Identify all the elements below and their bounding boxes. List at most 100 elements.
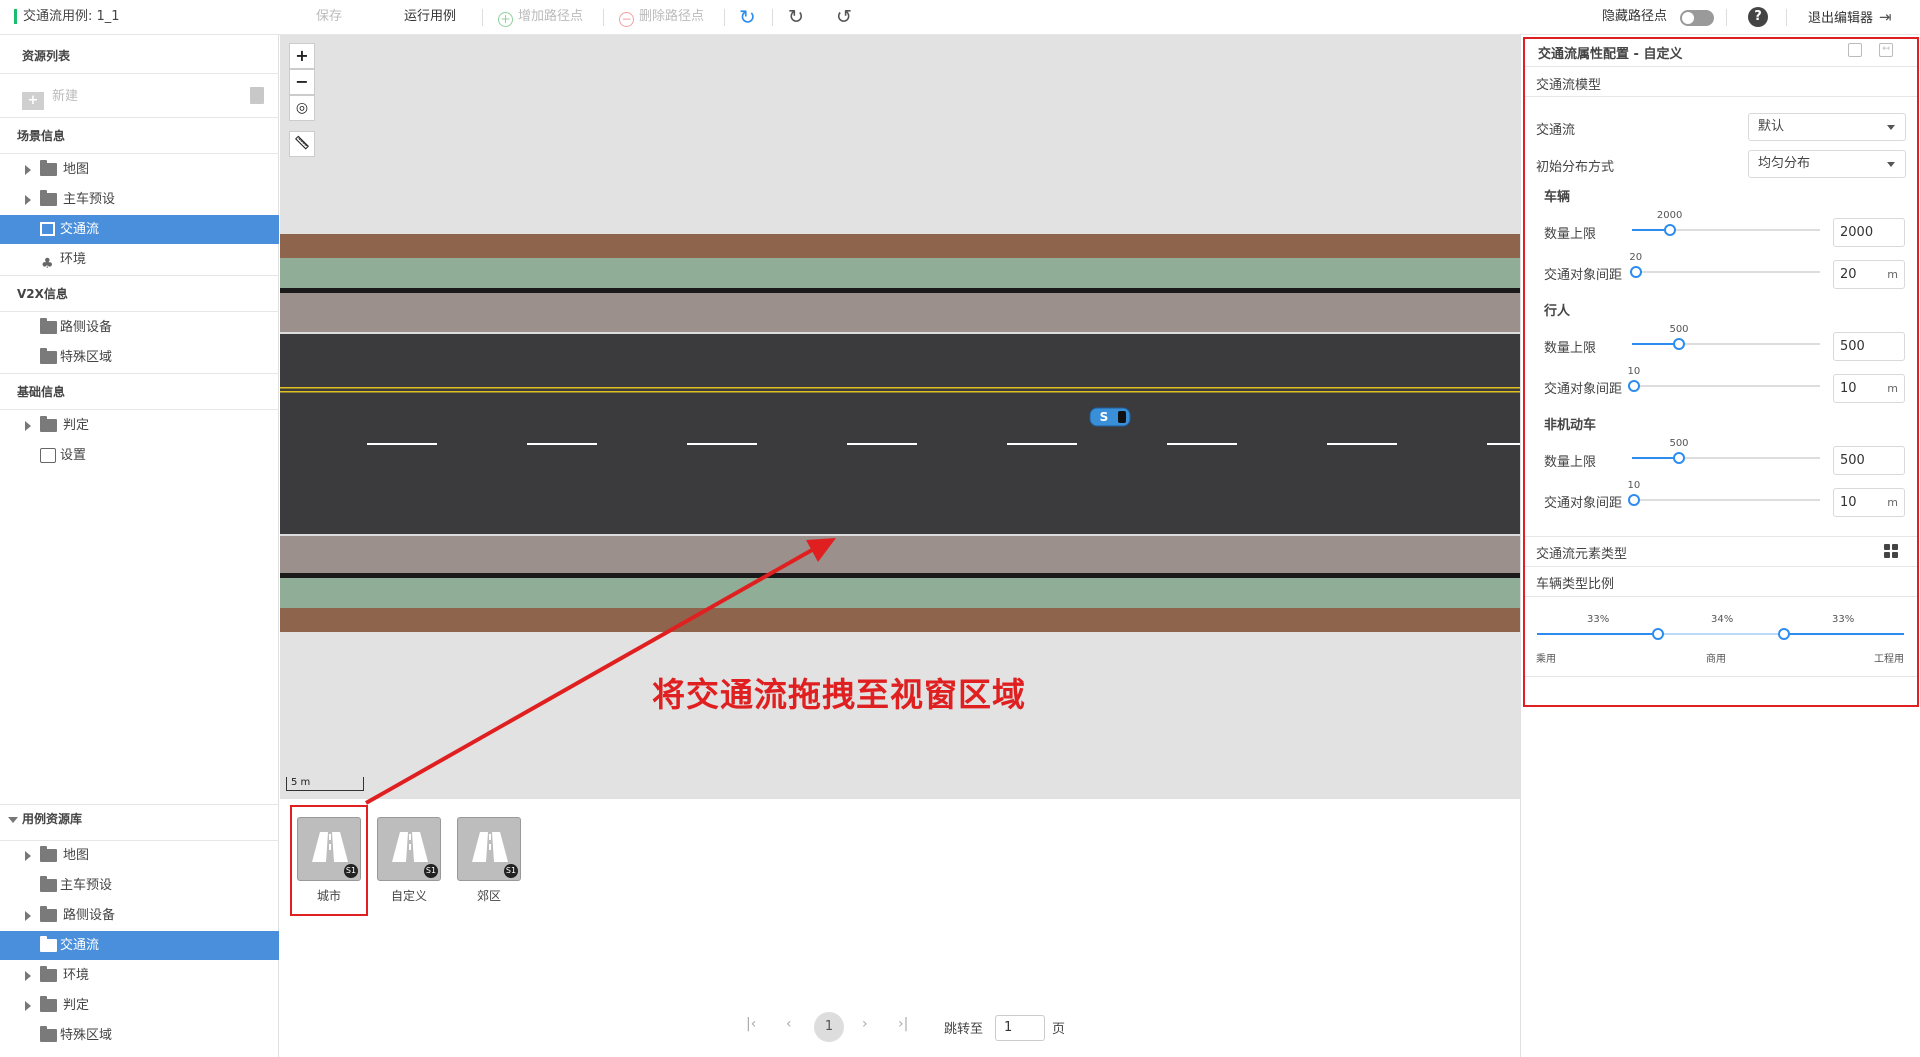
jump-page-input[interactable]: 1 bbox=[995, 1015, 1045, 1041]
delete-waypoint-label: 删除路径点 bbox=[639, 9, 705, 24]
new-button[interactable]: + 新建 bbox=[22, 85, 142, 110]
sidebar-item-map[interactable]: 地图 bbox=[0, 155, 279, 184]
add-file-icon: + bbox=[22, 92, 44, 110]
sidebar-item-roadside-device[interactable]: 路侧设备 bbox=[0, 313, 279, 342]
caret-right-icon bbox=[25, 971, 31, 981]
folder-icon bbox=[40, 846, 57, 862]
library-item-label: 地图 bbox=[63, 848, 90, 863]
sidebar-item-traffic-flow[interactable]: 交通流 bbox=[0, 215, 279, 244]
library-item-environment[interactable]: 环境 bbox=[0, 961, 279, 990]
library-item-ego-preset[interactable]: 主车预设 bbox=[0, 871, 279, 900]
library-item-map[interactable]: 地图 bbox=[0, 841, 279, 870]
ego-label: S bbox=[1099, 410, 1109, 424]
top-toolbar: 交通流用例: 1_1 保存 运行用例 + 增加路径点 − 删除路径点 ↻ ↻ ↺ 隐… bbox=[0, 0, 1920, 35]
hide-waypoint-toggle[interactable] bbox=[1680, 10, 1714, 26]
jump-label: 跳转至 bbox=[944, 1022, 984, 1037]
sidebar-item-label: 判定 bbox=[63, 418, 90, 433]
add-waypoint-button[interactable]: + 增加路径点 bbox=[498, 0, 583, 34]
resource-list-title: 资源列表 bbox=[22, 49, 71, 63]
library-card-suburb[interactable]: S1 bbox=[457, 817, 521, 881]
last-page-icon[interactable]: ›| bbox=[898, 1016, 908, 1032]
page-unit-label: 页 bbox=[1052, 1022, 1066, 1037]
library-item-label: 交通流 bbox=[60, 938, 100, 953]
folder-icon bbox=[40, 348, 57, 364]
annotation-text: 将交通流拖拽至视窗区域 bbox=[652, 675, 1026, 714]
library-item-traffic-flow[interactable]: 交通流 bbox=[0, 931, 279, 960]
annotation-box-panel bbox=[1523, 37, 1919, 707]
library-item-roadside-device[interactable]: 路侧设备 bbox=[0, 901, 279, 930]
sidebar-item-special-area[interactable]: 特殊区域 bbox=[0, 343, 279, 372]
zoom-out-button[interactable]: − bbox=[289, 69, 315, 95]
exit-icon: ⇥ bbox=[1879, 8, 1892, 26]
traffic-flow-icon bbox=[40, 222, 55, 236]
help-icon[interactable]: ? bbox=[1748, 7, 1768, 27]
folder-icon bbox=[40, 1026, 57, 1042]
trash-icon[interactable] bbox=[250, 87, 264, 104]
sidebar-item-environment[interactable]: ♣ 环境 bbox=[0, 245, 279, 274]
undo-icon[interactable]: ↺ bbox=[836, 0, 852, 34]
library-item-label: 判定 bbox=[63, 998, 90, 1013]
settings-icon bbox=[40, 448, 56, 463]
first-page-icon[interactable]: |‹ bbox=[746, 1016, 756, 1032]
hide-waypoint-label: 隐藏路径点 bbox=[1602, 9, 1668, 24]
v2x-info-title: V2X信息 bbox=[17, 287, 68, 301]
ruler-icon: 📏︎ bbox=[293, 136, 311, 151]
caret-down-icon bbox=[8, 817, 18, 823]
card-badge: S1 bbox=[424, 864, 438, 878]
caret-right-icon bbox=[25, 165, 31, 175]
delete-waypoint-button[interactable]: − 删除路径点 bbox=[619, 0, 704, 34]
scale-bar: 5 m bbox=[286, 777, 364, 791]
library-card-label: 自定义 bbox=[390, 889, 427, 903]
library-card-custom[interactable]: S1 bbox=[377, 817, 441, 881]
folder-icon bbox=[40, 936, 57, 952]
library-item-special-area[interactable]: 特殊区域 bbox=[0, 1021, 279, 1050]
sidebar-item-ego-preset[interactable]: 主车预设 bbox=[0, 185, 279, 214]
sidebar-item-label: 设置 bbox=[60, 448, 87, 463]
minus-circle-icon: − bbox=[619, 12, 634, 27]
scene-info-title: 场景信息 bbox=[17, 129, 66, 143]
case-library-header[interactable]: 用例资源库 bbox=[0, 805, 279, 834]
sidebar-item-label: 交通流 bbox=[60, 222, 100, 237]
folder-icon bbox=[40, 160, 57, 176]
sidebar-item-settings[interactable]: 设置 bbox=[0, 441, 279, 470]
save-button[interactable]: 保存 bbox=[316, 0, 342, 34]
exit-editor-button[interactable]: 退出编辑器 ⇥ bbox=[1808, 0, 1892, 34]
folder-icon bbox=[40, 876, 57, 892]
folder-icon bbox=[40, 190, 57, 206]
folder-icon bbox=[40, 416, 57, 432]
redo-icon[interactable]: ↻ bbox=[788, 0, 804, 34]
folder-icon bbox=[40, 996, 57, 1012]
new-label: 新建 bbox=[52, 89, 79, 104]
ruler-button[interactable]: 📏︎ bbox=[289, 131, 315, 157]
prev-page-icon[interactable]: ‹ bbox=[786, 1016, 792, 1032]
case-title: 交通流用例: 1_1 bbox=[14, 9, 120, 24]
case-library-title: 用例资源库 bbox=[22, 812, 83, 826]
sidebar-item-judgement[interactable]: 判定 bbox=[0, 411, 279, 440]
zoom-in-button[interactable]: + bbox=[289, 43, 315, 69]
folder-icon bbox=[40, 318, 57, 334]
basic-info-title: 基础信息 bbox=[17, 385, 66, 399]
next-page-icon[interactable]: › bbox=[862, 1016, 868, 1032]
editor-app: 交通流用例: 1_1 保存 运行用例 + 增加路径点 − 删除路径点 ↻ ↻ ↺ 隐… bbox=[0, 0, 1920, 1057]
library-card-label: 郊区 bbox=[476, 889, 501, 903]
target-icon: ◎ bbox=[295, 100, 309, 116]
sidebar-item-label: 环境 bbox=[60, 252, 87, 267]
library-item-label: 特殊区域 bbox=[60, 1028, 113, 1043]
folder-icon bbox=[40, 906, 57, 922]
sidebar-item-label: 路侧设备 bbox=[60, 320, 113, 335]
library-item-judgement[interactable]: 判定 bbox=[0, 991, 279, 1020]
exit-editor-label: 退出编辑器 bbox=[1808, 11, 1874, 26]
caret-right-icon bbox=[25, 911, 31, 921]
add-waypoint-label: 增加路径点 bbox=[518, 9, 584, 24]
locate-button[interactable]: ◎ bbox=[289, 95, 315, 121]
caret-right-icon bbox=[25, 1001, 31, 1011]
library-item-label: 路侧设备 bbox=[63, 908, 116, 923]
annotation-box-library bbox=[290, 805, 368, 916]
refresh-icon[interactable]: ↻ bbox=[739, 0, 756, 34]
run-case-button[interactable]: 运行用例 bbox=[404, 0, 456, 34]
sidebar-item-label: 地图 bbox=[63, 162, 90, 177]
page-current[interactable]: 1 bbox=[814, 1012, 844, 1042]
card-badge: S1 bbox=[504, 864, 518, 878]
library-item-label: 环境 bbox=[63, 968, 90, 983]
library-item-label: 主车预设 bbox=[60, 878, 113, 893]
